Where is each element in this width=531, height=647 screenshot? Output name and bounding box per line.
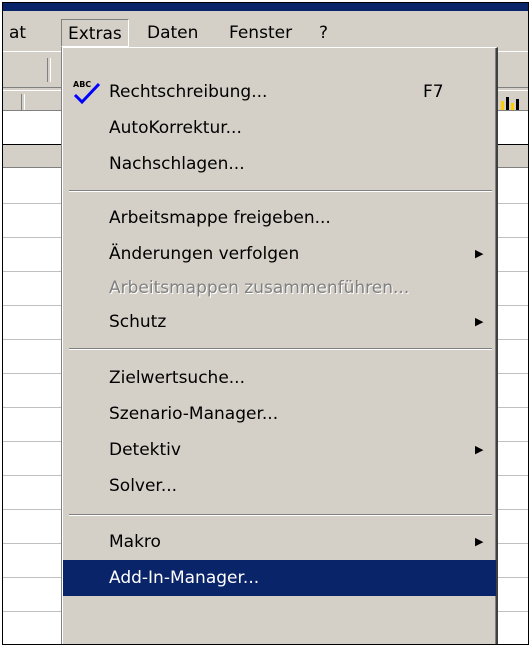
menu-item-label: Änderungen verfolgen [109, 244, 300, 264]
submenu-arrow-icon: ▶ [475, 247, 484, 260]
menu-item-szenario-manager[interactable]: Szenario-Manager... [63, 396, 496, 432]
menu-item-label: AutoKorrektur... [109, 118, 242, 138]
menu-item-arbeitsmappe-freigeben[interactable]: Arbeitsmappe freigeben... [63, 200, 496, 236]
menu-item-label: Szenario-Manager... [109, 404, 279, 424]
menu-daten[interactable]: Daten [141, 19, 204, 47]
menu-item-arbeitsmappen-zusammenfuehren: Arbeitsmappen zusammenführen... [63, 270, 496, 306]
menu-item-rechtschreibung[interactable]: ABC Rechtschreibung... F7 [63, 74, 496, 110]
excel-window: at Extras Daten Fenster ? ABC Rechtschre… [2, 2, 529, 645]
menu-item-label: Schutz [109, 312, 167, 332]
menu-separator [69, 190, 492, 192]
menu-item-autokorrektur[interactable]: AutoKorrektur... [63, 110, 496, 146]
menu-item-label: Add-In-Manager... [109, 568, 260, 588]
menu-item-aenderungen-verfolgen[interactable]: Änderungen verfolgen ▶ [63, 236, 496, 272]
menu-item-label: Solver... [109, 476, 178, 496]
menu-extras[interactable]: Extras [61, 19, 129, 47]
menu-item-solver[interactable]: Solver... [63, 468, 496, 504]
menu-item-detektiv[interactable]: Detektiv ▶ [63, 432, 496, 468]
menu-item-label: Detektiv [109, 440, 181, 460]
extras-dropdown-menu: ABC Rechtschreibung... F7 AutoKorrektur.… [62, 47, 498, 644]
toolbar-separator [47, 58, 51, 82]
menu-fenster[interactable]: Fenster [223, 19, 298, 47]
menu-item-makro[interactable]: Makro ▶ [63, 524, 496, 560]
menu-separator [69, 514, 492, 516]
title-bar [3, 3, 528, 11]
menu-bar: at Extras Daten Fenster ? [3, 11, 528, 52]
menu-item-add-in-manager[interactable]: Add-In-Manager... [63, 560, 496, 596]
menu-item-label: Zielwertsuche... [109, 368, 245, 388]
menu-item-label: Nachschlagen... [109, 154, 245, 174]
menu-item-schutz[interactable]: Schutz ▶ [63, 304, 496, 340]
menu-item-label: Arbeitsmappe freigeben... [109, 208, 331, 228]
submenu-arrow-icon: ▶ [475, 315, 484, 328]
menu-item-label: Makro [109, 532, 161, 552]
svg-text:ABC: ABC [73, 80, 91, 89]
menu-item-label: Arbeitsmappen zusammenführen... [109, 278, 410, 298]
submenu-arrow-icon: ▶ [475, 535, 484, 548]
menu-separator [69, 348, 492, 350]
spellcheck-abc-icon: ABC [73, 80, 101, 105]
menu-panel: ABC Rechtschreibung... F7 AutoKorrektur.… [63, 48, 496, 644]
submenu-arrow-icon: ▶ [475, 443, 484, 456]
menu-item-zielwertsuche[interactable]: Zielwertsuche... [63, 360, 496, 396]
menu-item-shortcut: F7 [423, 82, 444, 102]
menu-format[interactable]: at [3, 19, 32, 47]
menu-help[interactable]: ? [313, 19, 334, 47]
menu-item-label: Rechtschreibung... [109, 82, 268, 102]
menu-item-nachschlagen[interactable]: Nachschlagen... [63, 146, 496, 182]
